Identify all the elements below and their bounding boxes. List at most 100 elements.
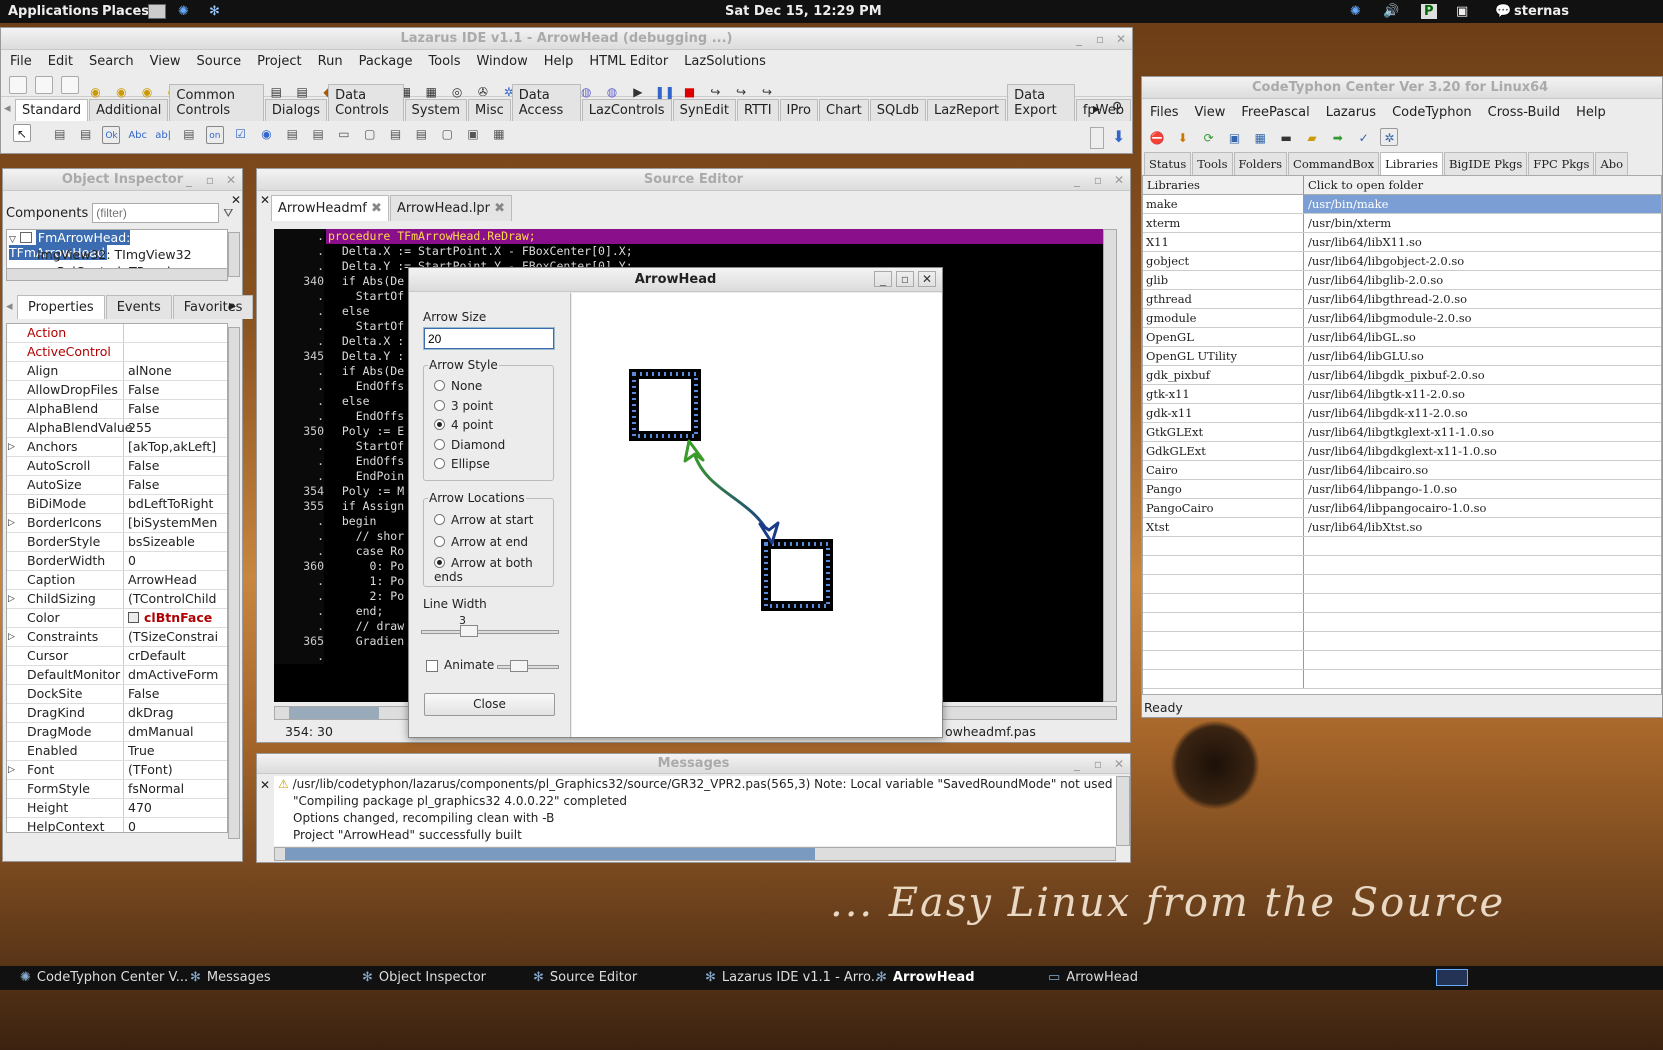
messages-hscrollbar[interactable] xyxy=(274,847,1116,861)
source-minimize-icon[interactable]: _ xyxy=(1074,169,1080,191)
library-row[interactable]: GdkGLExt/usr/lib64/libgdkglext-x11-1.0.s… xyxy=(1143,442,1661,461)
library-path[interactable]: /usr/lib64/libgmodule-2.0.so xyxy=(1304,309,1661,327)
palette-tab-synedit[interactable]: SynEdit xyxy=(672,99,736,121)
libs-col-name[interactable]: Libraries xyxy=(1143,176,1304,194)
taskbar-item[interactable]: ✻ Object Inspector xyxy=(362,970,486,985)
tab-favorites[interactable]: Favorites xyxy=(172,295,254,319)
tab-events[interactable]: Events xyxy=(105,295,172,319)
library-row[interactable]: glib/usr/lib64/libglib-2.0.so xyxy=(1143,271,1661,290)
inspector-close-icon[interactable]: ✕ xyxy=(226,169,236,191)
property-value[interactable]: False xyxy=(124,457,227,475)
tradiobutton-icon[interactable]: ◉ xyxy=(257,125,275,143)
library-path[interactable]: /usr/lib64/libgdk-x11-2.0.so xyxy=(1304,404,1661,422)
menu-edit[interactable]: Edit xyxy=(40,54,81,69)
source-maximize-icon[interactable]: ▫ xyxy=(1094,169,1102,191)
typhon-tray-icon[interactable]: ✺ xyxy=(1350,4,1361,19)
property-value[interactable]: crDefault xyxy=(124,647,227,665)
property-value[interactable]: [biSystemMen xyxy=(124,514,227,532)
messages-minimize-icon[interactable]: _ xyxy=(1074,754,1080,774)
message-item[interactable]: Options changed, recompiling clean with … xyxy=(278,810,1116,827)
tscrollbar-icon[interactable]: ▭ xyxy=(335,125,353,143)
palette-tab-data-controls[interactable]: Data Controls xyxy=(328,84,404,121)
taskbar-item[interactable]: ✻ Lazarus IDE v1.1 - Arro... xyxy=(705,970,883,985)
tree-expand-icon[interactable]: ▽ xyxy=(9,235,16,245)
clean-icon[interactable]: ✓ xyxy=(1355,129,1373,147)
messages-hscroll-thumb[interactable] xyxy=(285,848,815,860)
property-row[interactable]: AutoScroll False xyxy=(7,457,227,476)
property-row[interactable]: HelpContext 0 xyxy=(7,818,227,832)
palette-left-arrow-icon[interactable]: ◂ xyxy=(4,101,11,116)
stop-icon[interactable]: ⛔ xyxy=(1148,129,1166,147)
property-value[interactable]: 0 xyxy=(124,818,227,832)
messages-dock-close-icon[interactable]: ✕ xyxy=(260,778,270,792)
library-row[interactable] xyxy=(1143,632,1661,651)
property-value[interactable]: [akTop,akLeft] xyxy=(124,438,227,456)
library-row[interactable] xyxy=(1143,670,1661,689)
library-path[interactable]: /usr/lib64/libgdk_pixbuf-2.0.so xyxy=(1304,366,1661,384)
maximize-icon[interactable]: ▫ xyxy=(1096,28,1104,50)
message-item[interactable]: "Compiling package pl_graphics32 4.0.0.2… xyxy=(278,793,1116,810)
tgroupbox-icon[interactable]: ▢ xyxy=(361,125,379,143)
library-row[interactable] xyxy=(1143,651,1661,670)
property-row[interactable]: Enabled True xyxy=(7,742,227,761)
library-path[interactable]: /usr/lib64/libgtkglext-x11-1.0.so xyxy=(1304,423,1661,441)
tcheckgroup-icon[interactable]: ▤ xyxy=(412,125,430,143)
property-row[interactable]: DockSite False xyxy=(7,685,227,704)
property-row[interactable]: Cursor crDefault xyxy=(7,647,227,666)
tree-node-root[interactable]: ▽ FmArrowHead: TFmArrowHead xyxy=(7,230,227,260)
menu-file[interactable]: File xyxy=(2,54,40,69)
hscroll-thumb[interactable] xyxy=(289,707,379,719)
library-path[interactable]: /usr/lib64/libXtst.so xyxy=(1304,518,1661,536)
library-row[interactable] xyxy=(1143,537,1661,556)
user-name[interactable]: sternas xyxy=(1514,4,1569,19)
center-menu-codetyphon[interactable]: CodeTyphon xyxy=(1384,105,1480,120)
palette-tab-rtti[interactable]: RTTI xyxy=(736,99,779,121)
library-path[interactable]: /usr/lib64/libpango-1.0.so xyxy=(1304,480,1661,498)
expand-arrow-icon[interactable]: ▷ xyxy=(8,628,15,646)
close-icon[interactable]: ✕ xyxy=(1116,28,1126,50)
tree-node-imgview[interactable]: ImgView32: TImgView32 xyxy=(7,247,227,264)
animate-speed-track[interactable] xyxy=(497,665,559,669)
palette-tab-data-export[interactable]: Data Export xyxy=(1007,84,1075,121)
library-path[interactable]: /usr/lib64/libGL.so xyxy=(1304,328,1661,346)
library-row[interactable] xyxy=(1143,594,1661,613)
library-row[interactable]: gobject/usr/lib64/libgobject-2.0.so xyxy=(1143,252,1661,271)
components-filter-input[interactable] xyxy=(92,203,220,223)
p-icon[interactable]: P xyxy=(1421,4,1437,19)
message-note[interactable]: ⚠ /usr/lib/codetyphon/lazarus/components… xyxy=(278,776,1116,793)
property-row[interactable]: AlphaBlendValue 255 xyxy=(7,419,227,438)
libs-col-path[interactable]: Click to open folder xyxy=(1304,176,1661,194)
property-value[interactable]: 255 xyxy=(124,419,227,437)
property-row[interactable]: AlphaBlend False xyxy=(7,400,227,419)
palette-menu-icon[interactable]: ⚲ xyxy=(1112,100,1122,116)
library-row[interactable]: OpenGL UTility/usr/lib64/libGLU.so xyxy=(1143,347,1661,366)
property-value[interactable]: 0 xyxy=(124,552,227,570)
messages-titlebar[interactable]: Messages _ ▫ ✕ xyxy=(257,754,1130,774)
tedit-icon[interactable]: ab| xyxy=(154,127,172,145)
arrowhead-titlebar[interactable]: ArrowHead _ ▫ ✕ xyxy=(409,268,942,292)
applications-menu[interactable]: Applications xyxy=(8,4,99,19)
tlistbox-icon[interactable]: ▤ xyxy=(283,125,301,143)
property-value[interactable]: dkDrag xyxy=(124,704,227,722)
library-row[interactable]: make/usr/bin/make xyxy=(1143,195,1661,214)
library-row[interactable]: Cairo/usr/lib64/libcairo.so xyxy=(1143,461,1661,480)
palette-tab-ipro[interactable]: IPro xyxy=(779,99,818,121)
radio-button[interactable] xyxy=(434,380,445,391)
line-width-slider[interactable] xyxy=(459,625,478,637)
library-row[interactable] xyxy=(1143,556,1661,575)
center-tab-tools[interactable]: Tools xyxy=(1192,152,1233,175)
library-path[interactable]: /usr/lib64/libGLU.so xyxy=(1304,347,1661,365)
settings-icon[interactable]: ✻ xyxy=(209,4,220,19)
radio-button[interactable] xyxy=(434,458,445,469)
property-row[interactable]: Anchors [akTop,akLeft] ▷ xyxy=(7,438,227,457)
center-menu-lazarus[interactable]: Lazarus xyxy=(1318,105,1384,120)
center-tab-bigide-pkgs[interactable]: BigIDE Pkgs xyxy=(1444,152,1528,175)
palette-tab-sqldb[interactable]: SQLdb xyxy=(869,99,926,121)
radio-button[interactable] xyxy=(434,557,445,568)
location-option[interactable]: Arrow at end xyxy=(434,535,553,557)
property-row[interactable]: ChildSizing (TControlChild ▷ xyxy=(7,590,227,609)
menu-search[interactable]: Search xyxy=(81,54,142,69)
library-row[interactable]: gdk-x11/usr/lib64/libgdk-x11-2.0.so xyxy=(1143,404,1661,423)
tab-properties[interactable]: Properties xyxy=(17,295,105,319)
property-vscrollbar[interactable] xyxy=(228,327,240,839)
